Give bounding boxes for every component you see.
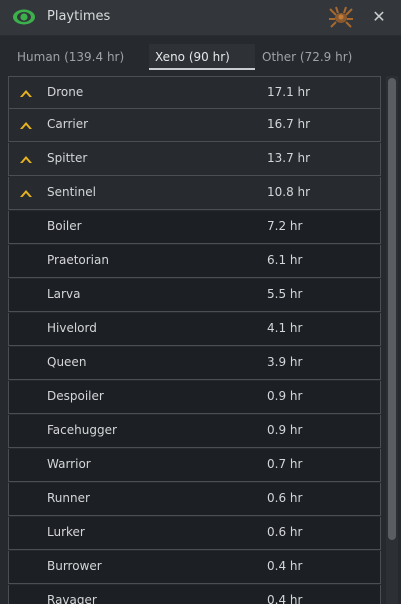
tab-bar: Human (139.4 hr) Xeno (90 hr) Other (72.… <box>0 36 401 74</box>
close-button[interactable]: ✕ <box>368 6 390 28</box>
row-time: 16.7 hr <box>267 117 311 131</box>
row-time: 0.9 hr <box>267 389 303 403</box>
scrollbar[interactable] <box>386 76 398 604</box>
xeno-icon <box>329 6 353 28</box>
row-name: Boiler <box>47 219 82 233</box>
row-time: 0.4 hr <box>267 559 303 573</box>
row-name: Runner <box>47 491 90 505</box>
tab-other[interactable]: Other (72.9 hr) <box>262 44 380 70</box>
row-name: Ravager <box>47 593 97 604</box>
row-name: Warrior <box>47 457 91 471</box>
list-item: Drone 17.1 hr <box>8 76 381 109</box>
list-item: Spitter 13.7 hr <box>8 143 381 176</box>
row-name: Queen <box>47 355 87 369</box>
list-item: Facehugger 0.9 hr <box>8 415 381 448</box>
list-item: Burrower 0.4 hr <box>8 551 381 584</box>
row-name: Burrower <box>47 559 102 573</box>
playtimes-window: Playtimes ✕ Human (139.4 hr) Xeno (90 hr… <box>0 0 401 604</box>
row-name: Facehugger <box>47 423 117 437</box>
list-item: Praetorian 6.1 hr <box>8 245 381 278</box>
row-time: 3.9 hr <box>267 355 303 369</box>
rank-chevron-icon <box>20 156 32 163</box>
list-item: Despoiler 0.9 hr <box>8 381 381 414</box>
row-time: 0.7 hr <box>267 457 303 471</box>
list-item: Lurker 0.6 hr <box>8 517 381 550</box>
row-time: 13.7 hr <box>267 151 311 165</box>
row-name: Hivelord <box>47 321 97 335</box>
window-title: Playtimes <box>47 9 111 24</box>
row-time: 10.8 hr <box>267 185 311 199</box>
list-item: Runner 0.6 hr <box>8 483 381 516</box>
row-time: 4.1 hr <box>267 321 303 335</box>
row-name: Praetorian <box>47 253 109 267</box>
close-icon: ✕ <box>372 7 386 26</box>
row-time: 0.9 hr <box>267 423 303 437</box>
row-time: 0.6 hr <box>267 491 303 505</box>
list-item: Boiler 7.2 hr <box>8 211 381 244</box>
row-name: Drone <box>47 85 84 99</box>
row-name: Despoiler <box>47 389 104 403</box>
row-name: Lurker <box>47 525 85 539</box>
row-name: Spitter <box>47 151 88 165</box>
row-time: 0.6 hr <box>267 525 303 539</box>
tab-xeno[interactable]: Xeno (90 hr) <box>149 44 255 70</box>
rank-chevron-icon <box>20 90 32 97</box>
row-name: Larva <box>47 287 81 301</box>
row-name: Sentinel <box>47 185 96 199</box>
list-item: Sentinel 10.8 hr <box>8 177 381 210</box>
row-time: 7.2 hr <box>267 219 303 233</box>
tab-human[interactable]: Human (139.4 hr) <box>9 44 139 70</box>
tab-other-label: Other (72.9 hr) <box>262 50 353 64</box>
list-item: Warrior 0.7 hr <box>8 449 381 482</box>
row-time: 6.1 hr <box>267 253 303 267</box>
list-item: Larva 5.5 hr <box>8 279 381 312</box>
tab-xeno-label: Xeno (90 hr) <box>155 50 230 64</box>
rank-chevron-icon <box>20 190 32 197</box>
list-item: Hivelord 4.1 hr <box>8 313 381 346</box>
scrollbar-thumb[interactable] <box>388 78 396 540</box>
rank-chevron-icon <box>20 122 32 129</box>
tab-human-label: Human (139.4 hr) <box>17 50 125 64</box>
row-time: 5.5 hr <box>267 287 303 301</box>
list-item: Ravager 0.4 hr <box>8 585 381 604</box>
title-bar[interactable]: Playtimes ✕ <box>0 0 401 36</box>
eye-icon <box>13 9 35 25</box>
playtime-list[interactable]: Drone 17.1 hr Carrier 16.7 hr Spitter 13… <box>8 76 381 604</box>
list-item: Queen 3.9 hr <box>8 347 381 380</box>
list-item: Carrier 16.7 hr <box>8 109 381 142</box>
row-name: Carrier <box>47 117 89 131</box>
row-time: 17.1 hr <box>267 85 311 99</box>
row-time: 0.4 hr <box>267 593 303 604</box>
